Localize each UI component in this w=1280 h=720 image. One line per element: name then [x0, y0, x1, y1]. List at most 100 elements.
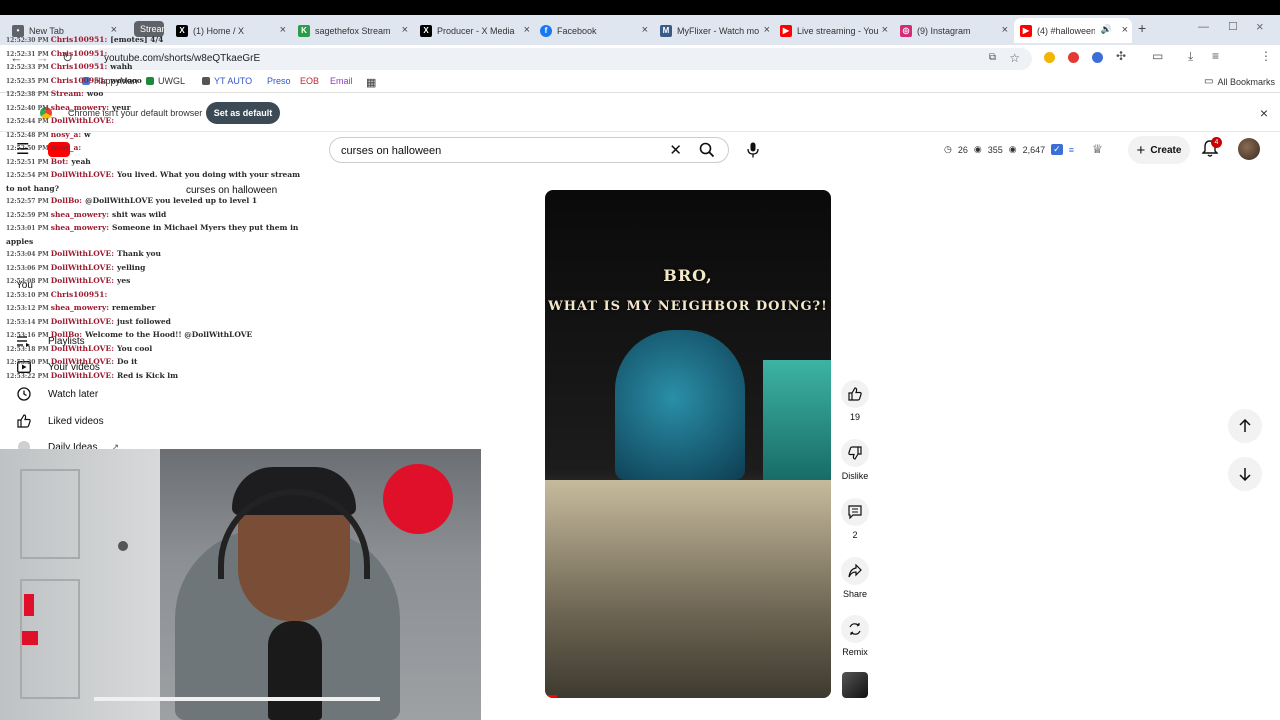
chat-timestamp: 12:53:10 PM	[6, 291, 49, 299]
extension-stats[interactable]: ◷ 26 ◉ 355 ◉ 2,647 ✓ ≡	[944, 144, 1074, 155]
chat-text: shit was wild	[112, 209, 167, 219]
sidebar-item-watch-later[interactable]: Watch later	[16, 386, 98, 402]
webcam-overlay	[0, 449, 481, 720]
menu-kebab-icon[interactable]: ⋮	[1260, 49, 1272, 63]
chat-username: Chris100951:	[50, 48, 108, 58]
chat-text: yeah	[71, 156, 91, 166]
tab-instagram[interactable]: ◎ (9) Instagram ×	[894, 18, 1012, 43]
create-button[interactable]: + Create	[1128, 136, 1190, 164]
extension-icon[interactable]	[1092, 52, 1103, 63]
chat-message: 12:52:40 PM shea_mowery: yeur	[6, 102, 306, 116]
chat-timestamp: 12:52:54 PM	[6, 172, 49, 179]
red-logo-sign	[383, 464, 453, 534]
chat-username: nosy_a:	[50, 129, 82, 139]
tab-sagethefox[interactable]: K sagethefox Stream ×	[292, 18, 412, 43]
chat-timestamp: 12:52:59 PM	[6, 211, 49, 219]
chat-message: 12:53:14 PM DollWithLOVE: just followed	[6, 316, 306, 330]
red-tape	[24, 594, 34, 616]
thumbs-up-icon	[841, 380, 869, 408]
apps-grid-icon[interactable]: ▦	[366, 76, 376, 89]
chat-timestamp: 12:52:35 PM	[6, 77, 49, 85]
voice-search-button[interactable]	[739, 137, 767, 163]
media-icon[interactable]: ≡	[1212, 49, 1219, 63]
minimize-icon[interactable]: —	[1198, 21, 1209, 33]
chat-timestamp: 12:52:57 PM	[6, 198, 49, 205]
clock-icon: ◷	[944, 144, 952, 154]
video-caption-line1: BRO,	[663, 266, 713, 285]
chat-timestamp: 12:53:14 PM	[6, 318, 49, 326]
progress-bar[interactable]	[545, 695, 557, 698]
extension-icon[interactable]	[1068, 52, 1079, 63]
previous-video-button[interactable]	[1228, 409, 1262, 443]
microphone	[268, 621, 322, 720]
search-box[interactable]: curses on halloween ✕	[329, 137, 729, 163]
tab-live-streaming[interactable]: ▶ Live streaming - You ×	[774, 18, 892, 43]
close-tab-icon[interactable]: ×	[524, 24, 530, 36]
close-tab-icon[interactable]: ×	[764, 24, 770, 36]
myflixer-logo-icon: M	[660, 24, 672, 37]
sidepanel-icon[interactable]: ▭	[1152, 49, 1163, 63]
clear-search-icon[interactable]: ✕	[669, 141, 682, 159]
comments-button[interactable]: 2	[841, 498, 869, 540]
close-tab-icon[interactable]: ×	[882, 24, 888, 36]
puzzle-icon[interactable]: ✣	[1116, 49, 1126, 63]
search-input[interactable]: curses on halloween	[341, 145, 441, 157]
stat-value: 26	[957, 144, 968, 155]
notifications-button[interactable]: 4	[1201, 137, 1222, 161]
window-top-strip	[0, 0, 1280, 15]
bookmark-star-icon[interactable]: ☆	[1009, 51, 1020, 65]
sidebar-item-liked-videos[interactable]: Liked videos	[16, 413, 104, 429]
close-tab-icon[interactable]: ×	[642, 24, 648, 36]
account-avatar[interactable]	[1238, 138, 1260, 160]
chat-timestamp: 12:52:44 PM	[6, 118, 49, 125]
chat-username: DollWithLOVE:	[50, 276, 114, 285]
chat-text: remember	[112, 303, 156, 312]
extension-icon[interactable]	[1044, 52, 1055, 63]
close-window-icon[interactable]: ×	[1256, 19, 1264, 34]
arrow-down-icon	[1239, 468, 1251, 481]
chat-timestamp: 12:53:16 PM	[6, 332, 49, 339]
tab-halloween-active[interactable]: ▶ (4) #halloweend 🔊 ×	[1014, 18, 1132, 43]
tab-facebook[interactable]: f Facebook ×	[534, 18, 652, 43]
extension-badge-icon[interactable]: ✓	[1051, 144, 1063, 155]
new-tab-icon[interactable]: +	[1138, 20, 1146, 36]
youtube-logo-icon: ▶	[780, 24, 792, 37]
install-app-icon[interactable]: ⧉	[989, 52, 996, 63]
speaker-icon[interactable]: 🔊	[1101, 24, 1112, 35]
all-bookmarks[interactable]: ▭ All Bookmarks	[1204, 76, 1275, 87]
chat-text: [emotes] 4/4	[110, 35, 164, 44]
trophy-icon[interactable]: ♕	[1092, 142, 1103, 156]
chat-text: woo	[86, 89, 104, 98]
maximize-icon[interactable]: ☐	[1228, 20, 1238, 33]
next-video-button[interactable]	[1228, 457, 1262, 491]
download-icon[interactable]: ⤓	[1188, 49, 1193, 64]
chat-username: DollWithLOVE:	[50, 370, 114, 380]
chat-text: Someone in Michael Myers they put them i…	[6, 223, 299, 246]
tab-myflixer[interactable]: M MyFlixer - Watch mo ×	[654, 18, 774, 43]
sound-thumbnail[interactable]	[842, 672, 868, 698]
dislike-button[interactable]: Dislike	[841, 439, 869, 481]
chat-message: 12:52:51 PM Bot: yeah	[6, 156, 306, 170]
chat-message: 12:52:54 PM DollWithLOVE: You lived. What …	[6, 169, 306, 195]
share-button[interactable]: Share	[841, 557, 869, 599]
bookmark-email[interactable]: Email	[330, 76, 353, 86]
chat-username: DollWithLOVE:	[50, 170, 114, 179]
close-tab-icon[interactable]: ×	[402, 24, 408, 36]
close-infobar-icon[interactable]: ×	[1260, 105, 1268, 121]
like-button[interactable]: 19	[841, 380, 869, 422]
chat-message: 12:53:16 PM DollBo: Welcome to the Hood!! …	[6, 329, 306, 343]
chat-message: 12:52:48 PM nosy_a: w	[6, 129, 306, 143]
close-tab-icon[interactable]: ×	[1122, 24, 1128, 36]
close-tab-icon[interactable]: ×	[1002, 24, 1008, 36]
search-button[interactable]	[686, 138, 728, 162]
chat-username: Bot:	[50, 156, 69, 166]
chat-text: You cool	[116, 343, 153, 353]
sidebar-item-label: Liked videos	[48, 415, 104, 427]
chat-timestamp: 12:53:04 PM	[6, 251, 49, 258]
remix-button[interactable]: Remix	[841, 615, 869, 657]
chat-message: 12:53:10 PM Chris100951:	[6, 289, 306, 303]
list-icon[interactable]: ≡	[1069, 145, 1074, 155]
shorts-video-player[interactable]: BRO, WHAT IS MY NEIGHBOR DOING?!	[545, 190, 831, 698]
tab-producer[interactable]: X Producer - X Media ×	[414, 18, 534, 43]
chat-username: Chris100951:	[50, 289, 108, 299]
